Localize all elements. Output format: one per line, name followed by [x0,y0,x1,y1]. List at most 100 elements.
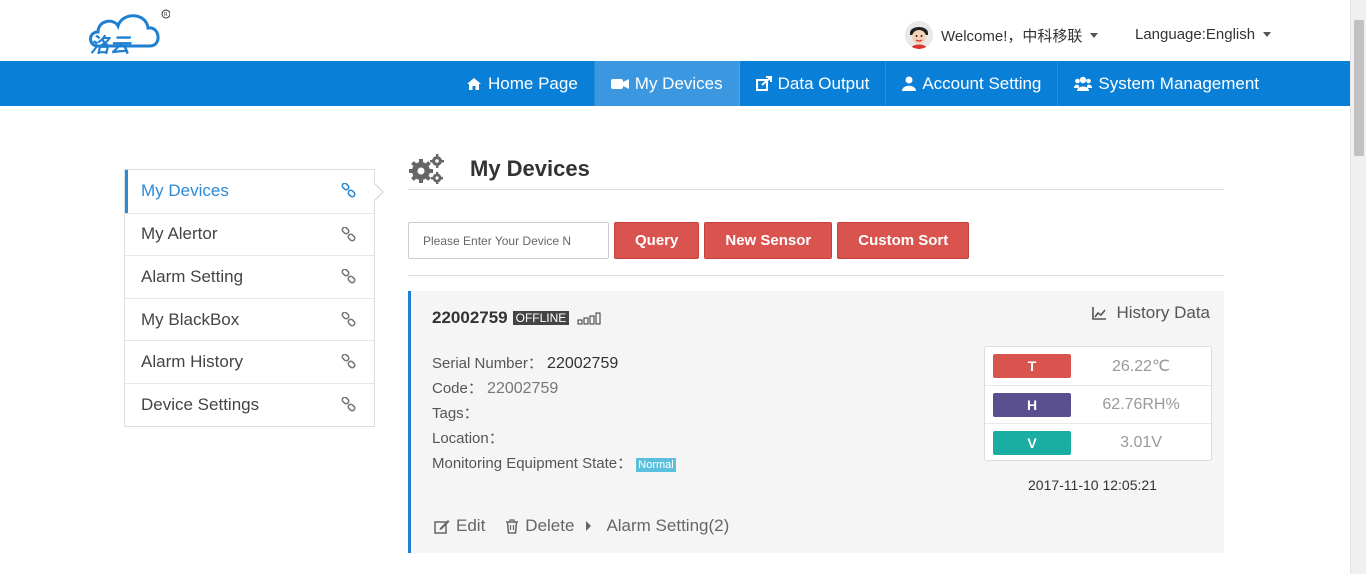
link-icon [341,226,356,242]
code-row: Code： 22002759 [432,376,676,401]
device-actions: Edit Delete Alarm Setting(2) [434,516,749,536]
alarm-setting-link[interactable]: Alarm Setting(2) [606,516,729,536]
users-icon [1074,76,1093,91]
sidebar-item-label: My BlackBox [141,309,240,329]
reading-tag: V [993,430,1071,455]
serial-label: Serial Number： [432,355,543,372]
sidebar: My Devices My Alertor Alarm Setting My B… [124,169,384,427]
sidebar-item-alarm-setting[interactable]: Alarm Setting [125,255,374,298]
sidebar-item-label: My Devices [141,181,229,201]
query-button[interactable]: Query [614,222,700,259]
tags-row: Tags： [432,401,676,426]
history-data-label: History Data [1116,303,1210,322]
sidebar-item-label: My Alertor [141,224,218,244]
device-info: Serial Number： 22002759 Code： 22002759 T… [432,351,676,478]
new-sensor-button[interactable]: New Sensor [704,222,833,259]
nav-label: Home Page [488,73,578,93]
sidebar-item-device-settings[interactable]: Device Settings [125,382,374,426]
delete-label: Delete [525,516,575,535]
svg-text:洛云: 洛云 [90,33,132,56]
custom-sort-button[interactable]: Custom Sort [837,222,970,259]
divider [408,275,1224,276]
nav-system-management[interactable]: System Management [1058,61,1275,106]
cloud-logo[interactable]: 洛云 R [86,8,171,57]
device-card: 22002759 OFFLINE History Data Serial Num… [408,291,1224,553]
reading-value: 3.01V [1120,433,1162,451]
main-navbar: Home Page My Devices Data Output Account… [0,61,1350,106]
sidebar-item-label: Alarm History [141,352,244,372]
history-data-link[interactable]: History Data [1092,303,1210,323]
export-icon [755,76,772,91]
chevron-down-icon [1090,32,1099,38]
chevron-down-icon [1263,32,1272,37]
language-selector[interactable]: Language:English [1135,26,1272,43]
serial-value: 22002759 [547,355,619,372]
active-pointer [374,183,384,201]
reading-timestamp: 2017-11-10 12:05:21 [1028,477,1157,493]
page: 洛云 R Welcome!，中科移联 Language:English Home… [0,0,1366,574]
device-header: 22002759 OFFLINE [432,308,603,328]
device-toolbar: Query New Sensor Custom Sort [408,222,970,259]
sidebar-item-label: Device Settings [141,394,260,414]
page-title-bar: My Devices [408,152,1224,190]
location-row: Location： [432,426,676,451]
state-row: Monitoring Equipment State： Normal [432,451,676,478]
reading-value: 62.76RH% [1102,395,1180,413]
edit-button[interactable]: Edit [434,516,485,536]
reading-value: 26.22℃ [1111,358,1170,375]
reading-tag: T [993,354,1071,378]
nav-my-devices[interactable]: My Devices [594,61,740,106]
vertical-scrollbar[interactable] [1350,0,1366,574]
nav-label: My Devices [634,73,723,93]
sidebar-item-alarm-history[interactable]: Alarm History [125,340,374,383]
nav-home-page[interactable]: Home Page [450,61,595,106]
top-header: 洛云 R Welcome!，中科移联 Language:English [0,0,1350,61]
link-icon [341,354,356,369]
serial-row: Serial Number： 22002759 [432,351,676,376]
user-icon [902,76,917,91]
link-icon [341,269,356,284]
code-label: Code： [432,380,483,397]
tags-label: Tags： [432,405,479,422]
video-camera-icon [610,78,629,89]
delete-button[interactable]: Delete [505,516,574,536]
nav-account-setting[interactable]: Account Setting [886,61,1059,106]
sidebar-item-my-blackbox[interactable]: My BlackBox [125,297,374,341]
welcome-label: Welcome!，中科移联 [941,27,1083,45]
sidebar-item-my-devices[interactable]: My Devices [125,170,384,213]
gears-icon [409,154,444,184]
caret-right-icon [586,521,592,531]
line-chart-icon [1092,306,1107,320]
nav-label: System Management [1098,73,1260,93]
link-icon [341,183,356,198]
alarm-setting-label: Alarm Setting(2) [606,516,730,535]
reading-temperature: T 26.22℃ [985,347,1211,385]
page-title: My Devices [470,156,590,181]
state-badge: Normal [636,458,676,472]
code-value: 22002759 [487,380,559,397]
state-label: Monitoring Equipment State： [432,455,633,472]
trash-icon [506,518,519,534]
home-icon [467,77,481,90]
svg-text:R: R [164,12,168,18]
nav-data-output[interactable]: Data Output [740,61,887,106]
scrollbar-thumb[interactable] [1354,20,1364,156]
location-label: Location： [432,430,504,447]
device-id[interactable]: 22002759 [432,308,508,328]
language-label: Language:English [1135,26,1256,43]
status-badge: OFFLINE [512,311,570,325]
avatar [905,21,933,49]
sidebar-item-my-alertor[interactable]: My Alertor [125,212,374,256]
user-menu[interactable]: Welcome!，中科移联 [905,21,1099,49]
edit-icon [434,519,450,534]
nav-label: Data Output [777,73,870,93]
link-icon [341,311,356,327]
signal-strength-icon [577,312,601,325]
edit-label: Edit [456,516,486,535]
sidebar-item-label: Alarm Setting [141,266,244,286]
reading-tag: H [993,392,1071,417]
device-search-input[interactable] [408,222,609,259]
reading-voltage: V 3.01V [985,423,1211,461]
reading-humidity: H 62.76RH% [985,385,1211,423]
link-icon [341,396,356,412]
